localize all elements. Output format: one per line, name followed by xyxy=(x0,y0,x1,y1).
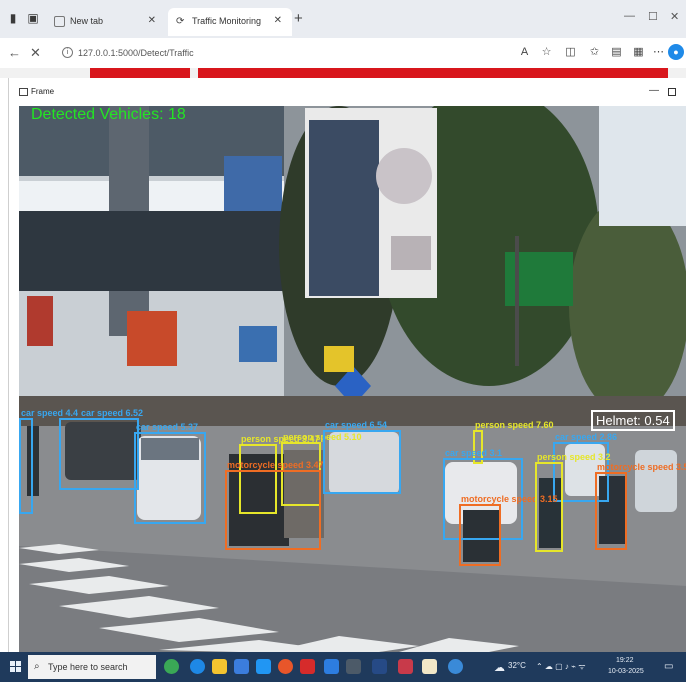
taskbar-search-box[interactable]: ⌕ Type here to search xyxy=(28,655,156,679)
building-shadow xyxy=(19,211,284,291)
billboard-text-block xyxy=(391,236,431,270)
detection-label: motorcycle speed 3.47 xyxy=(227,460,324,470)
tab-title: Traffic Monitoring xyxy=(192,16,262,26)
tree xyxy=(569,196,686,416)
detection-label: car speed 3.1 xyxy=(445,448,503,458)
tab-actions-icon[interactable]: ▣ xyxy=(26,11,40,25)
tab-new-tab[interactable]: New tab ✕ xyxy=(46,8,166,36)
search-placeholder: Type here to search xyxy=(48,662,128,672)
minimize-icon[interactable]: — xyxy=(649,85,659,96)
pdf-reader-icon[interactable] xyxy=(300,659,315,674)
detection-box: car speed 6.52 xyxy=(59,408,143,490)
minimize-icon[interactable]: — xyxy=(624,10,635,22)
browser-app-icon[interactable]: ▮ xyxy=(6,11,20,25)
globe-icon: ⟳ xyxy=(176,16,185,27)
browser-essentials-icon[interactable]: ▦ xyxy=(632,46,645,59)
detection-box: person speed 3.2 xyxy=(535,452,611,552)
app-icon[interactable] xyxy=(398,659,413,674)
clock-time[interactable]: 19:22 xyxy=(616,657,634,664)
temperature-text: 32°C xyxy=(508,661,526,670)
frame-window: Frame — Detected Vehicles: 18 car speed … xyxy=(8,78,686,652)
app-window-icon[interactable] xyxy=(372,659,387,674)
store-icon[interactable] xyxy=(234,659,249,674)
browser-tab-strip: ▮ ▣ New tab ✕ ⟳ Traffic Monitoring ✕ + —… xyxy=(0,0,686,38)
weather-icon[interactable]: ☁ xyxy=(494,661,505,674)
detection-box: motorcycle speed 3.15 xyxy=(459,494,558,566)
detection-box: car speed 6.54 xyxy=(323,420,401,494)
tab-traffic-monitoring[interactable]: ⟳ Traffic Monitoring ✕ xyxy=(168,8,292,36)
info-icon[interactable]: i xyxy=(62,47,73,58)
detection-label: motorcycle speed 3.50 xyxy=(597,462,686,472)
notes-icon[interactable] xyxy=(422,659,437,674)
clock-date[interactable]: 10-03-2025 xyxy=(608,668,644,675)
python-icon[interactable] xyxy=(448,659,463,674)
terminal-icon[interactable] xyxy=(346,659,361,674)
detection-label: car speed 5.37 xyxy=(136,422,199,432)
chrome-icon[interactable] xyxy=(278,659,293,674)
detection-box: car speed 5.37 xyxy=(134,422,206,524)
detection-label: person speed 3.2 xyxy=(537,452,611,462)
frame-window-titlebar[interactable]: Frame — xyxy=(9,78,686,106)
favorites-icon[interactable]: ✩ xyxy=(588,46,601,59)
tab-title: New tab xyxy=(70,16,104,26)
billboard-logo xyxy=(376,148,432,204)
street-scene xyxy=(19,106,686,652)
vehicle-count-label: Detected Vehicles: 18 xyxy=(31,106,186,123)
detection-box: car speed 4.4 xyxy=(19,408,78,514)
profile-avatar[interactable]: ● xyxy=(668,44,684,60)
window-icon xyxy=(19,88,28,96)
maximize-icon[interactable] xyxy=(668,88,676,96)
banner xyxy=(127,311,177,366)
browser-toolbar: ← ✕ i 127.0.0.1:5000/Detect/Traffic A ☆ … xyxy=(0,38,686,68)
detection-box: motorcycle speed 3.47 xyxy=(225,460,324,550)
close-window-icon[interactable]: ✕ xyxy=(670,10,679,23)
file-explorer-icon[interactable] xyxy=(212,659,227,674)
split-screen-icon[interactable]: ◫ xyxy=(564,46,577,59)
recycle-app-icon[interactable] xyxy=(164,659,179,674)
detection-label: person speed 7.60 xyxy=(475,420,554,430)
windows-start-icon[interactable] xyxy=(10,661,21,672)
detection-label: car speed 6.54 xyxy=(325,420,388,430)
detection-label: car speed 2.86 xyxy=(555,432,618,442)
frame-window-title: Frame xyxy=(31,87,55,96)
taskbar: ⌕ Type here to search ☁ 32°C ⌃ ☁ ▢ ♪ ⌁ ᯤ… xyxy=(0,652,686,682)
close-icon[interactable]: ✕ xyxy=(274,15,282,26)
new-tab-button[interactable]: + xyxy=(294,10,303,27)
system-tray-icons[interactable]: ⌃ ☁ ▢ ♪ ⌁ ᯤ xyxy=(536,661,586,672)
favorite-star-icon[interactable]: ☆ xyxy=(540,46,553,59)
sign-pole xyxy=(515,236,519,366)
notification-icon[interactable]: ▭ xyxy=(664,661,673,672)
vehicle-car xyxy=(635,450,677,512)
store-sign xyxy=(239,326,277,362)
page-header-bar xyxy=(198,68,668,78)
helmet-label: Helmet: 0.54 xyxy=(591,410,675,431)
reload-icon[interactable]: ✕ xyxy=(30,45,41,61)
banner xyxy=(27,296,53,346)
read-aloud-icon[interactable]: A xyxy=(518,46,531,59)
page-header-strip xyxy=(0,68,686,78)
billboard-image xyxy=(309,120,379,296)
detection-label: car speed 6.52 xyxy=(81,408,144,418)
vscode-icon[interactable] xyxy=(324,659,339,674)
detection-label: car speed 4.4 xyxy=(21,408,79,418)
traffic-video-frame: Detected Vehicles: 18 car speed 4.4 car … xyxy=(19,106,686,652)
search-icon: ⌕ xyxy=(34,661,40,672)
maximize-icon[interactable]: ☐ xyxy=(648,10,658,23)
more-icon[interactable]: ⋯ xyxy=(652,46,665,59)
collections-icon[interactable]: ▤ xyxy=(610,46,623,59)
detection-box: motorcycle speed 3.50 xyxy=(595,462,686,550)
close-icon[interactable]: ✕ xyxy=(148,15,156,26)
back-arrow-icon[interactable]: ← xyxy=(8,45,21,60)
edge-browser-icon[interactable] xyxy=(190,659,205,674)
page-header-bar xyxy=(90,68,190,78)
address-bar[interactable]: i 127.0.0.1:5000/Detect/Traffic xyxy=(54,42,504,64)
mail-icon[interactable] xyxy=(256,659,271,674)
page-icon xyxy=(54,16,65,27)
url-text: 127.0.0.1:5000/Detect/Traffic xyxy=(78,48,194,58)
street-sign xyxy=(324,346,354,372)
sky-patch xyxy=(599,106,686,226)
